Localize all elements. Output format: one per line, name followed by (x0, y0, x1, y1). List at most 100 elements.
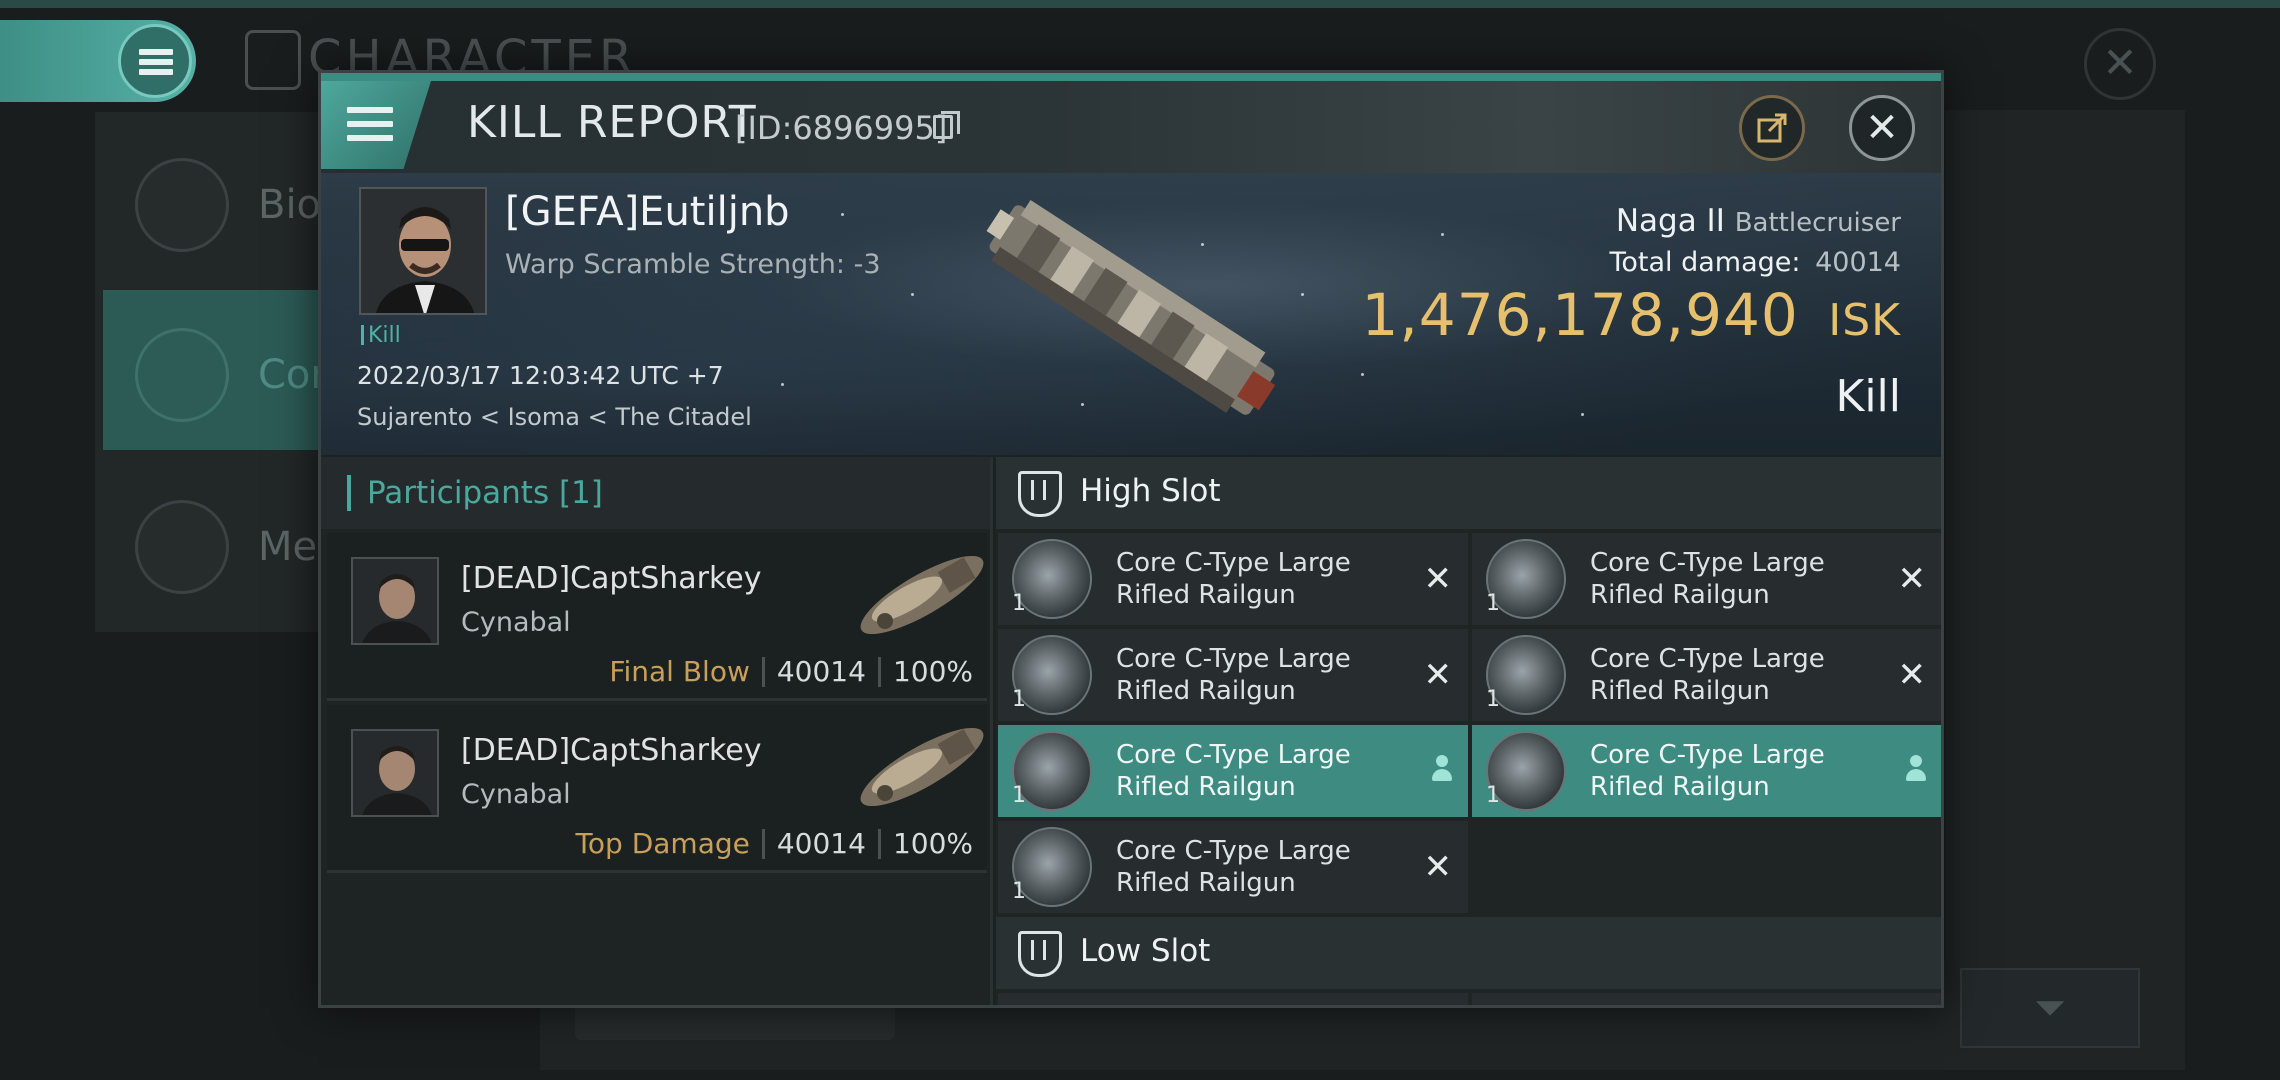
modal-accent-bar (321, 73, 1941, 81)
menu-icon (347, 107, 393, 141)
module-name: Core C-Type Large Rifled Railgun (1116, 740, 1351, 802)
ship-class: Battlecruiser (1734, 208, 1901, 238)
kill-tag-label: Kill (368, 323, 401, 348)
top-accent-line (0, 0, 2280, 8)
participant-row[interactable]: [DEAD]CaptSharkey Cynabal Final Blow 400… (327, 533, 987, 701)
fitting-panel: High Slot 1 Core C-Type Large Rifled Rail… (996, 457, 1941, 1005)
participants-title: Participants [1] (367, 475, 603, 511)
low-slot-icon (1018, 931, 1062, 977)
victim-ship-image (986, 199, 1276, 415)
victim-name[interactable]: [GEFA]Eutiljnb (505, 189, 790, 235)
combat-icon (135, 328, 229, 422)
copy-icon[interactable] (933, 111, 960, 139)
star-icon (135, 500, 229, 594)
module-item[interactable]: 1 Core C-Type Large Rifled Railgun ✕ (998, 629, 1468, 721)
participant-percent: 100% (892, 827, 973, 860)
participant-stats: Top Damage 40014 100% (576, 827, 973, 860)
ship-name-text: Naga II (1615, 203, 1725, 239)
menu-icon (118, 24, 192, 98)
total-damage: Total damage: 40014 (1609, 247, 1901, 278)
kill-result: Kill (1835, 371, 1901, 422)
module-name: Core C-Type Large Rifled Railgun (1116, 644, 1351, 706)
modal-title: KILL REPORT (467, 97, 757, 148)
participant-name: [DEAD]CaptSharkey (461, 561, 762, 596)
destroyed-icon: ✕ (1897, 559, 1927, 599)
warp-scramble-strength: Warp Scramble Strength: -3 (505, 249, 881, 280)
destroyed-icon: ✕ (1423, 655, 1453, 695)
kill-location[interactable]: Sujarento < Isoma < The Citadel (357, 403, 752, 431)
screen-close-button[interactable]: ✕ (2084, 28, 2156, 100)
participant-role: Top Damage (575, 827, 750, 860)
close-button[interactable]: ✕ (1849, 95, 1915, 161)
module-qty: 1 (1486, 783, 1500, 808)
module-item[interactable]: 1 Core C-Type Large Rifled Railgun ✕ (1472, 533, 1941, 625)
high-slot-header: High Slot (996, 457, 1941, 529)
module-item[interactable]: 1 Core C-Type Large Rifled Railgun (998, 725, 1468, 817)
dropped-person-icon (1904, 755, 1928, 785)
module-item[interactable]: 1 Core C-Type Large Rifled Railgun ✕ (998, 821, 1468, 913)
close-icon: ✕ (1865, 105, 1899, 151)
kill-datetime: 2022/03/17 12:03:42 UTC +7 (357, 361, 724, 390)
kill-id: [ID:6896995] (735, 109, 948, 147)
participants-panel: Participants [1] [DEAD]CaptSharkey Cynab… (321, 457, 993, 1005)
nav-item-combat[interactable]: Cor (103, 290, 343, 450)
kill-tag: Kill (361, 323, 401, 348)
module-item[interactable] (998, 993, 1468, 1005)
nav-item-medals[interactable]: Med (103, 462, 343, 622)
destroyed-icon: ✕ (1897, 655, 1927, 695)
module-name: Core C-Type Large Rifled Railgun (1116, 836, 1351, 898)
participant-row[interactable]: [DEAD]CaptSharkey Cynabal Top Damage 400… (327, 705, 987, 873)
participant-percent: 100% (892, 655, 973, 688)
victim-ship-name[interactable]: Naga II Battlecruiser (1616, 203, 1901, 239)
module-item[interactable]: 1 Core C-Type Large Rifled Railgun (1472, 725, 1941, 817)
participant-role: Final Blow (609, 655, 750, 688)
participant-damage: 40014 (776, 827, 866, 860)
participant-ship: Cynabal (461, 779, 571, 810)
nav-item-label: Cor (258, 352, 327, 398)
module-name: Core C-Type Large Rifled Railgun (1590, 548, 1825, 610)
isk-value: 1,476,178,940 ISK (1361, 281, 1901, 349)
content-panel (1945, 110, 2185, 1070)
nav-item-label: Bio (258, 182, 322, 228)
high-slot-icon (1018, 471, 1062, 517)
participant-ship-image (860, 555, 984, 635)
character-icon (245, 30, 301, 90)
module-qty: 1 (1012, 591, 1026, 616)
participant-name: [DEAD]CaptSharkey (461, 733, 762, 768)
participant-ship-image (860, 727, 984, 807)
filter-button[interactable]: ⏷ (1960, 968, 2140, 1048)
isk-unit: ISK (1828, 295, 1901, 346)
low-slot-title: Low Slot (1080, 933, 1211, 969)
module-qty: 1 (1486, 591, 1500, 616)
module-item[interactable]: 1 Core C-Type Large Rifled Railgun ✕ (1472, 629, 1941, 721)
victim-portrait[interactable] (359, 187, 487, 315)
module-item[interactable]: 1 Core C-Type Large Rifled Railgun ✕ (998, 533, 1468, 625)
destroyed-icon: ✕ (1423, 559, 1453, 599)
nav-item-bio[interactable]: Bio (103, 120, 343, 280)
total-damage-label: Total damage: (1609, 247, 1801, 278)
share-icon (1757, 113, 1787, 143)
low-slot-header: Low Slot (996, 917, 1941, 989)
participant-portrait (351, 557, 439, 645)
participant-portrait (351, 729, 439, 817)
isk-amount: 1,476,178,940 (1361, 281, 1799, 349)
module-qty: 1 (1012, 879, 1026, 904)
participant-ship: Cynabal (461, 607, 571, 638)
victim-banner: [GEFA]Eutiljnb Warp Scramble Strength: -… (321, 173, 1941, 455)
participants-header: Participants [1] (321, 457, 990, 529)
high-slot-title: High Slot (1080, 473, 1221, 509)
module-qty: 1 (1486, 687, 1500, 712)
module-name: Core C-Type Large Rifled Railgun (1116, 548, 1351, 610)
dropped-person-icon (1430, 755, 1454, 785)
total-damage-value: 40014 (1815, 247, 1901, 278)
kill-report-modal: KILL REPORT [ID:6896995] ✕ [GEFA]Eutiljn… (318, 70, 1944, 1008)
share-button[interactable] (1739, 95, 1805, 161)
participant-stats: Final Blow 40014 100% (609, 655, 973, 688)
module-qty: 1 (1012, 687, 1026, 712)
module-qty: 1 (1012, 783, 1026, 808)
main-menu-button[interactable] (0, 20, 196, 102)
module-item[interactable] (1472, 993, 1941, 1005)
destroyed-icon: ✕ (1423, 847, 1453, 887)
module-name: Core C-Type Large Rifled Railgun (1590, 740, 1825, 802)
bio-icon (135, 158, 229, 252)
